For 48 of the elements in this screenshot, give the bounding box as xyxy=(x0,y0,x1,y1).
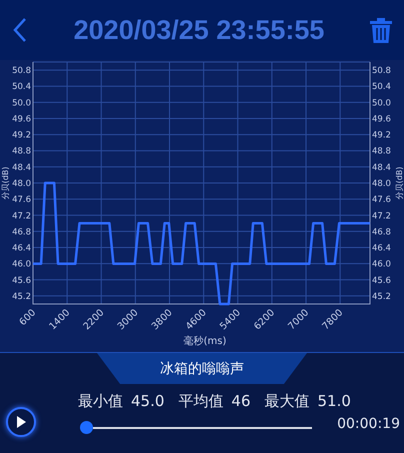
axis-tick-label: 46.0 xyxy=(12,260,31,270)
axis-tick-label: 46.8 xyxy=(372,227,391,238)
axis-tick-label: 49.6 xyxy=(372,114,391,124)
axis-tick-label: 46.0 xyxy=(372,260,391,270)
axis-tick-label: 50.8 xyxy=(372,66,391,76)
stat-value: 51.0 xyxy=(318,392,351,411)
axis-tick-label: 600 xyxy=(18,307,38,328)
axis-tick-label: 48.8 xyxy=(12,146,31,157)
axis-tick-label: 50.4 xyxy=(372,82,391,92)
play-button[interactable] xyxy=(6,407,36,437)
axis-tick-label: 49.2 xyxy=(372,130,391,141)
axis-tick-label: 46.4 xyxy=(372,244,391,254)
axis-tick-label: 45.2 xyxy=(372,292,391,302)
axis-tick-label: 45.6 xyxy=(372,276,391,286)
axis-tick-label: 49.6 xyxy=(12,114,31,124)
stat-label: 最小值 xyxy=(78,392,123,411)
window-title: 2020/03/25 23:55:55 xyxy=(74,14,324,46)
back-icon[interactable] xyxy=(12,17,28,43)
slider-thumb[interactable] xyxy=(80,421,93,434)
play-icon xyxy=(16,416,26,428)
axis-tick-label: 46.8 xyxy=(12,227,31,238)
axis-tick-label: 48.8 xyxy=(372,146,391,157)
axis-tick-label: 49.2 xyxy=(12,130,31,141)
axis-tick-label: 48.0 xyxy=(12,179,31,189)
stat-value: 45.0 xyxy=(131,392,164,411)
stat-label: 最大值 xyxy=(264,392,310,411)
axis-tick-label: 48.0 xyxy=(372,179,391,189)
axis-title: 分贝(dB) xyxy=(395,166,404,200)
axis-tick-label: 50.0 xyxy=(12,98,31,108)
axis-tick-label: 48.4 xyxy=(12,162,31,173)
axis-tick-label: 47.2 xyxy=(372,211,391,222)
axis-tick-label: 47.6 xyxy=(372,195,391,206)
axis-title: 分贝(dB) xyxy=(1,166,10,200)
axis-tick-label: 45.6 xyxy=(12,276,31,286)
axis-tick-label: 47.2 xyxy=(12,211,31,222)
trash-icon[interactable] xyxy=(370,17,392,43)
axis-tick-label: 47.6 xyxy=(12,195,31,206)
axis-tick-label: 46.4 xyxy=(12,244,31,254)
axis-tick-label: 50.0 xyxy=(372,98,391,108)
axis-tick-label: 45.2 xyxy=(12,292,31,302)
axis-tick-label: 48.4 xyxy=(372,162,391,173)
time-label: 00:00:19 xyxy=(337,416,400,432)
title-banner: 冰箱的嗡嗡声 xyxy=(97,353,307,384)
axis-tick-label: 50.4 xyxy=(12,82,31,92)
axis-tick-label: 50.8 xyxy=(12,66,31,76)
axis-title: 毫秒(ms) xyxy=(184,336,226,347)
stat-value: 46 xyxy=(231,392,250,411)
stat-label: 平均值 xyxy=(178,392,224,411)
